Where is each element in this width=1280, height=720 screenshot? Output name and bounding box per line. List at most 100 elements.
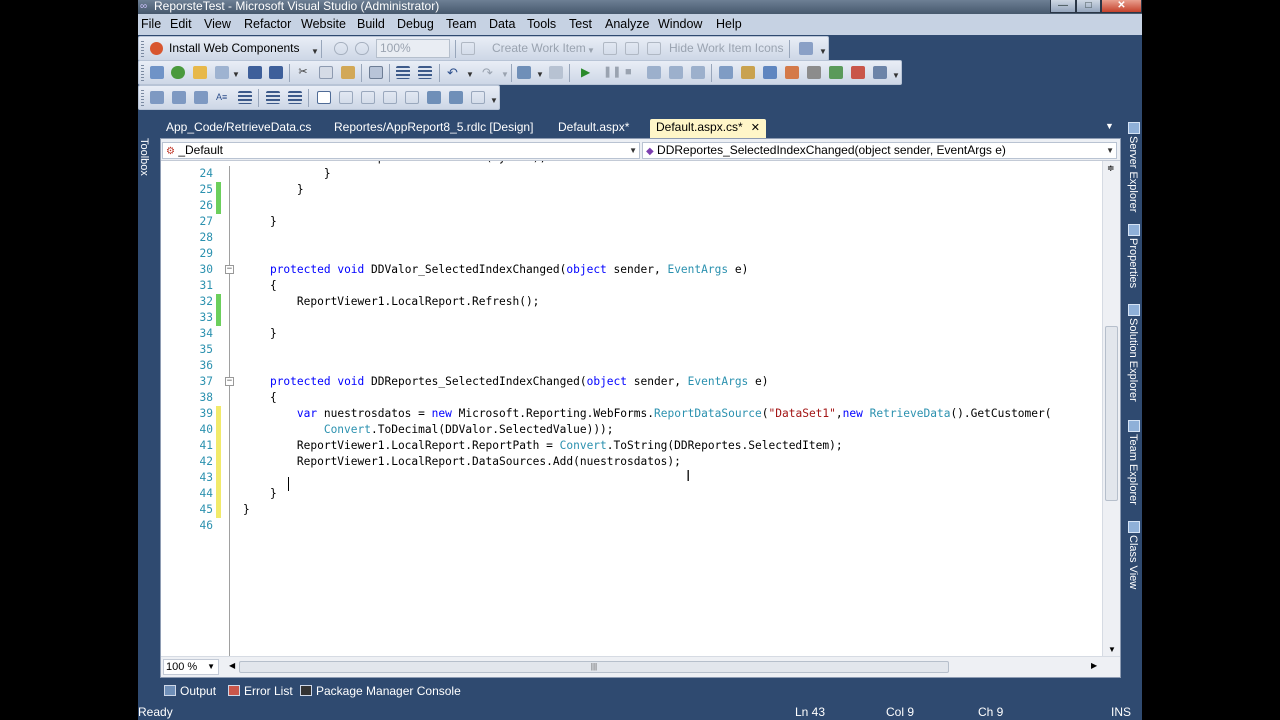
cut-icon[interactable]: ✂	[296, 66, 310, 79]
undo-icon[interactable]: ↶	[447, 66, 461, 79]
error-list-tab[interactable]: Error List	[228, 684, 293, 698]
tab-retrieve-data[interactable]: App_Code/RetrieveData.cs	[166, 119, 311, 138]
chevron-down-icon[interactable]: ▼	[892, 71, 900, 80]
menu-tools[interactable]: Tools	[527, 17, 556, 31]
redo-icon[interactable]: ↷	[482, 66, 496, 79]
complete-word-icon[interactable]: A≡	[216, 91, 230, 104]
zoom-out-icon[interactable]	[355, 42, 369, 55]
class-combo[interactable]: ⚙ _Default ▼	[162, 142, 640, 159]
code-line[interactable]: 34 }	[161, 326, 1101, 342]
decrease-indent-icon[interactable]	[266, 91, 280, 104]
menu-refactor[interactable]: Refactor	[244, 17, 291, 31]
toggle-bookmark-icon[interactable]	[317, 91, 331, 104]
code-line[interactable]: 44 }	[161, 486, 1101, 502]
object-browser-icon[interactable]	[785, 66, 799, 79]
create-work-item-button[interactable]: Create Work Item	[492, 41, 586, 55]
menu-team[interactable]: Team	[446, 17, 477, 31]
server-explorer-tab[interactable]: Server Explorer	[1126, 122, 1142, 212]
open-folder-icon[interactable]	[193, 66, 207, 79]
vertical-scroll-thumb[interactable]	[1105, 326, 1118, 501]
pause-icon[interactable]: ❚❚	[603, 66, 621, 79]
code-line[interactable]: 27 }	[161, 214, 1101, 230]
menu-window[interactable]: Window	[658, 17, 702, 31]
tab-default-aspx-cs[interactable]: Default.aspx.cs* ✕	[650, 119, 766, 138]
prev-document-bookmark-icon[interactable]	[427, 91, 441, 104]
code-line[interactable]: 36	[161, 358, 1101, 374]
toolbox-icon[interactable]	[807, 66, 821, 79]
save-icon[interactable]	[248, 66, 262, 79]
code-line[interactable]: 32 ReportViewer1.LocalReport.Refresh();	[161, 294, 1101, 310]
chevron-down-icon[interactable]: ▼	[490, 96, 498, 105]
member-combo[interactable]: ◆ DDReportes_SelectedIndexChanged(object…	[642, 142, 1117, 159]
code-line[interactable]: 39 var nuestrosdatos = new Microsoft.Rep…	[161, 406, 1101, 422]
solution-explorer-icon[interactable]	[741, 66, 755, 79]
maximize-button[interactable]: □	[1076, 0, 1101, 13]
layout-icon[interactable]	[799, 42, 813, 55]
copy-work-item-icon[interactable]	[647, 42, 661, 55]
menu-help[interactable]: Help	[716, 17, 742, 31]
toolbox-tab[interactable]: Toolbox	[138, 138, 150, 176]
package-manager-console-tab[interactable]: Package Manager Console	[300, 684, 461, 698]
chevron-down-icon[interactable]: ▼	[501, 70, 509, 79]
find-in-files-icon[interactable]	[719, 66, 733, 79]
navigate-backward-icon[interactable]	[517, 66, 531, 79]
class-view-tab[interactable]: Class View	[1126, 521, 1142, 589]
step-into-icon[interactable]	[647, 66, 661, 79]
menu-data[interactable]: Data	[489, 17, 515, 31]
menu-view[interactable]: View	[204, 17, 231, 31]
team-explorer-tab[interactable]: Team Explorer	[1126, 420, 1142, 505]
web-site-icon[interactable]	[171, 66, 185, 79]
start-page-icon[interactable]	[851, 66, 865, 79]
tab-default-aspx[interactable]: Default.aspx*	[558, 119, 629, 138]
navigate-forward-icon[interactable]	[549, 66, 563, 79]
scroll-down-icon[interactable]: ▼	[1108, 645, 1116, 654]
stop-icon[interactable]: ■	[625, 66, 639, 79]
close-tab-icon[interactable]: ✕	[751, 122, 760, 134]
scroll-left-icon[interactable]: ◀	[229, 661, 235, 670]
display-word-icon[interactable]	[238, 91, 252, 104]
start-debugging-icon[interactable]: ▶	[581, 66, 595, 79]
refresh-icon[interactable]	[461, 42, 475, 55]
code-line[interactable]: 28	[161, 230, 1101, 246]
minimize-button[interactable]: —	[1050, 0, 1076, 13]
add-item-icon[interactable]	[215, 66, 229, 79]
solution-explorer-tab[interactable]: Solution Explorer	[1126, 304, 1142, 402]
prev-folder-bookmark-icon[interactable]	[383, 91, 397, 104]
comment-icon[interactable]	[396, 66, 410, 79]
code-line[interactable]: 26	[161, 198, 1101, 214]
menu-file[interactable]: File	[141, 17, 161, 31]
scroll-right-icon[interactable]: ▶	[1091, 661, 1097, 670]
quick-info-icon[interactable]	[194, 91, 208, 104]
code-line[interactable]: 43	[161, 470, 1101, 486]
next-document-bookmark-icon[interactable]	[449, 91, 463, 104]
parameter-info-icon[interactable]	[172, 91, 186, 104]
paste-icon[interactable]	[341, 66, 355, 79]
code-line[interactable]: 31 {	[161, 278, 1101, 294]
menu-test[interactable]: Test	[569, 17, 592, 31]
new-project-icon[interactable]	[150, 66, 164, 79]
code-line[interactable]: 42 ReportViewer1.LocalReport.DataSources…	[161, 454, 1101, 470]
editor-zoom-select[interactable]: 100 % ▼	[163, 659, 219, 675]
toolbar-grip[interactable]	[141, 65, 144, 81]
close-button[interactable]: ✕	[1101, 0, 1142, 13]
menu-edit[interactable]: Edit	[170, 17, 192, 31]
properties-tab[interactable]: Properties	[1126, 224, 1142, 288]
uncomment-icon[interactable]	[418, 66, 432, 79]
code-line[interactable]: 29	[161, 246, 1101, 262]
collapse-icon[interactable]: −	[225, 265, 234, 274]
query-icon[interactable]	[625, 42, 639, 55]
next-folder-bookmark-icon[interactable]	[405, 91, 419, 104]
code-line[interactable]: 40 Convert.ToDecimal(DDValor.SelectedVal…	[161, 422, 1101, 438]
tab-overflow-icon[interactable]: ▼	[1105, 121, 1114, 131]
save-all-icon[interactable]	[269, 66, 283, 79]
next-bookmark-icon[interactable]	[361, 91, 375, 104]
clear-bookmarks-icon[interactable]	[471, 91, 485, 104]
toolbar-grip[interactable]	[141, 41, 144, 57]
menu-build[interactable]: Build	[357, 17, 385, 31]
zoom-combo[interactable]: 100%	[376, 39, 450, 58]
tab-app-report-design[interactable]: Reportes/AppReport8_5.rdlc [Design]	[334, 119, 533, 138]
object-members-icon[interactable]	[150, 91, 164, 104]
previous-bookmark-icon[interactable]	[339, 91, 353, 104]
toolbar-grip[interactable]	[141, 90, 144, 106]
work-item-icon[interactable]	[603, 42, 617, 55]
